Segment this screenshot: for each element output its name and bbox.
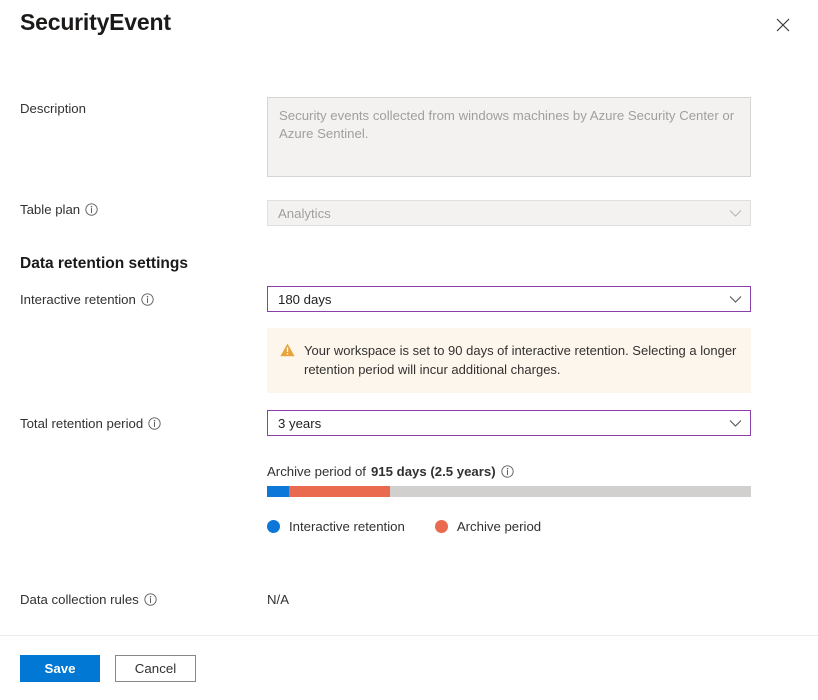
chevron-down-icon (729, 209, 742, 218)
total-retention-value: 3 years (278, 416, 729, 431)
chevron-down-icon (729, 295, 742, 304)
interactive-retention-control: 180 days (267, 286, 751, 312)
info-icon[interactable] (141, 293, 154, 306)
interactive-retention-value: 180 days (278, 292, 729, 307)
info-icon[interactable] (148, 417, 161, 430)
retention-bar-interactive-segment (267, 486, 289, 497)
archive-period-label: Archive period of 915 days (2.5 years) (267, 464, 514, 479)
data-collection-rules-value: N/A (267, 592, 289, 607)
legend-dot-icon (267, 520, 280, 533)
retention-bar-archive-segment (289, 486, 391, 497)
chevron-down-icon (729, 419, 742, 428)
legend-dot-icon (435, 520, 448, 533)
interactive-retention-label-text: Interactive retention (20, 292, 136, 307)
blade-header: SecurityEvent (0, 0, 818, 55)
legend-item-archive-period: Archive period (435, 519, 541, 534)
cancel-button[interactable]: Cancel (115, 655, 196, 682)
data-collection-rules-label-text: Data collection rules (20, 592, 139, 607)
table-plan-label-text: Table plan (20, 202, 80, 217)
archive-period-prefix: Archive period of (267, 464, 366, 479)
save-button[interactable]: Save (20, 655, 100, 682)
description-label-text: Description (20, 101, 86, 116)
retention-bar (267, 486, 751, 497)
table-plan-label: Table plan (20, 202, 98, 217)
retention-bar-legend: Interactive retention Archive period (267, 519, 541, 534)
total-retention-dropdown[interactable]: 3 years (267, 410, 751, 436)
retention-warning-banner: Your workspace is set to 90 days of inte… (267, 328, 751, 393)
interactive-retention-dropdown[interactable]: 180 days (267, 286, 751, 312)
total-retention-label-text: Total retention period (20, 416, 143, 431)
info-icon[interactable] (85, 203, 98, 216)
settings-form: Description Table plan Analytics (0, 55, 818, 635)
data-collection-rules-label: Data collection rules (20, 592, 157, 607)
legend-label: Interactive retention (289, 519, 405, 534)
table-plan-value: Analytics (278, 206, 729, 221)
total-retention-label: Total retention period (20, 416, 161, 431)
table-plan-control: Analytics (267, 200, 751, 226)
archive-period-duration: 915 days (2.5 years) (371, 464, 496, 479)
interactive-retention-label: Interactive retention (20, 292, 154, 307)
legend-item-interactive-retention: Interactive retention (267, 519, 405, 534)
legend-label: Archive period (457, 519, 541, 534)
warning-triangle-icon (280, 343, 295, 362)
info-icon[interactable] (144, 593, 157, 606)
description-textarea[interactable] (267, 97, 751, 177)
table-plan-dropdown[interactable]: Analytics (267, 200, 751, 226)
page-title: SecurityEvent (20, 9, 171, 36)
description-label: Description (20, 101, 86, 116)
data-retention-heading: Data retention settings (20, 255, 188, 273)
close-icon (776, 18, 790, 32)
total-retention-control: 3 years (267, 410, 751, 436)
info-icon[interactable] (501, 465, 514, 478)
close-button[interactable] (770, 12, 796, 38)
blade-footer: Save Cancel (0, 635, 818, 700)
description-control (267, 97, 751, 182)
retention-warning-text: Your workspace is set to 90 days of inte… (304, 342, 737, 379)
